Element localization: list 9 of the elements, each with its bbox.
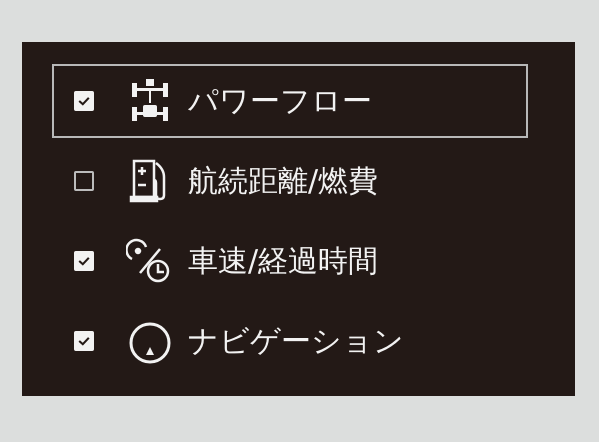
menu-label: パワーフロー — [188, 82, 372, 120]
menu-item[interactable]: パワーフロー — [52, 64, 528, 138]
menu-item[interactable]: 車速/経過時間 — [52, 224, 528, 298]
menu-label: ナビゲーション — [188, 322, 404, 360]
menu-label: 車速/経過時間 — [188, 242, 378, 280]
menu-item[interactable]: 航続距離/燃費 — [52, 144, 528, 218]
checkbox[interactable] — [74, 171, 94, 191]
menu-label: 航続距離/燃費 — [188, 162, 378, 200]
menu-item[interactable]: ナビゲーション — [52, 304, 528, 378]
